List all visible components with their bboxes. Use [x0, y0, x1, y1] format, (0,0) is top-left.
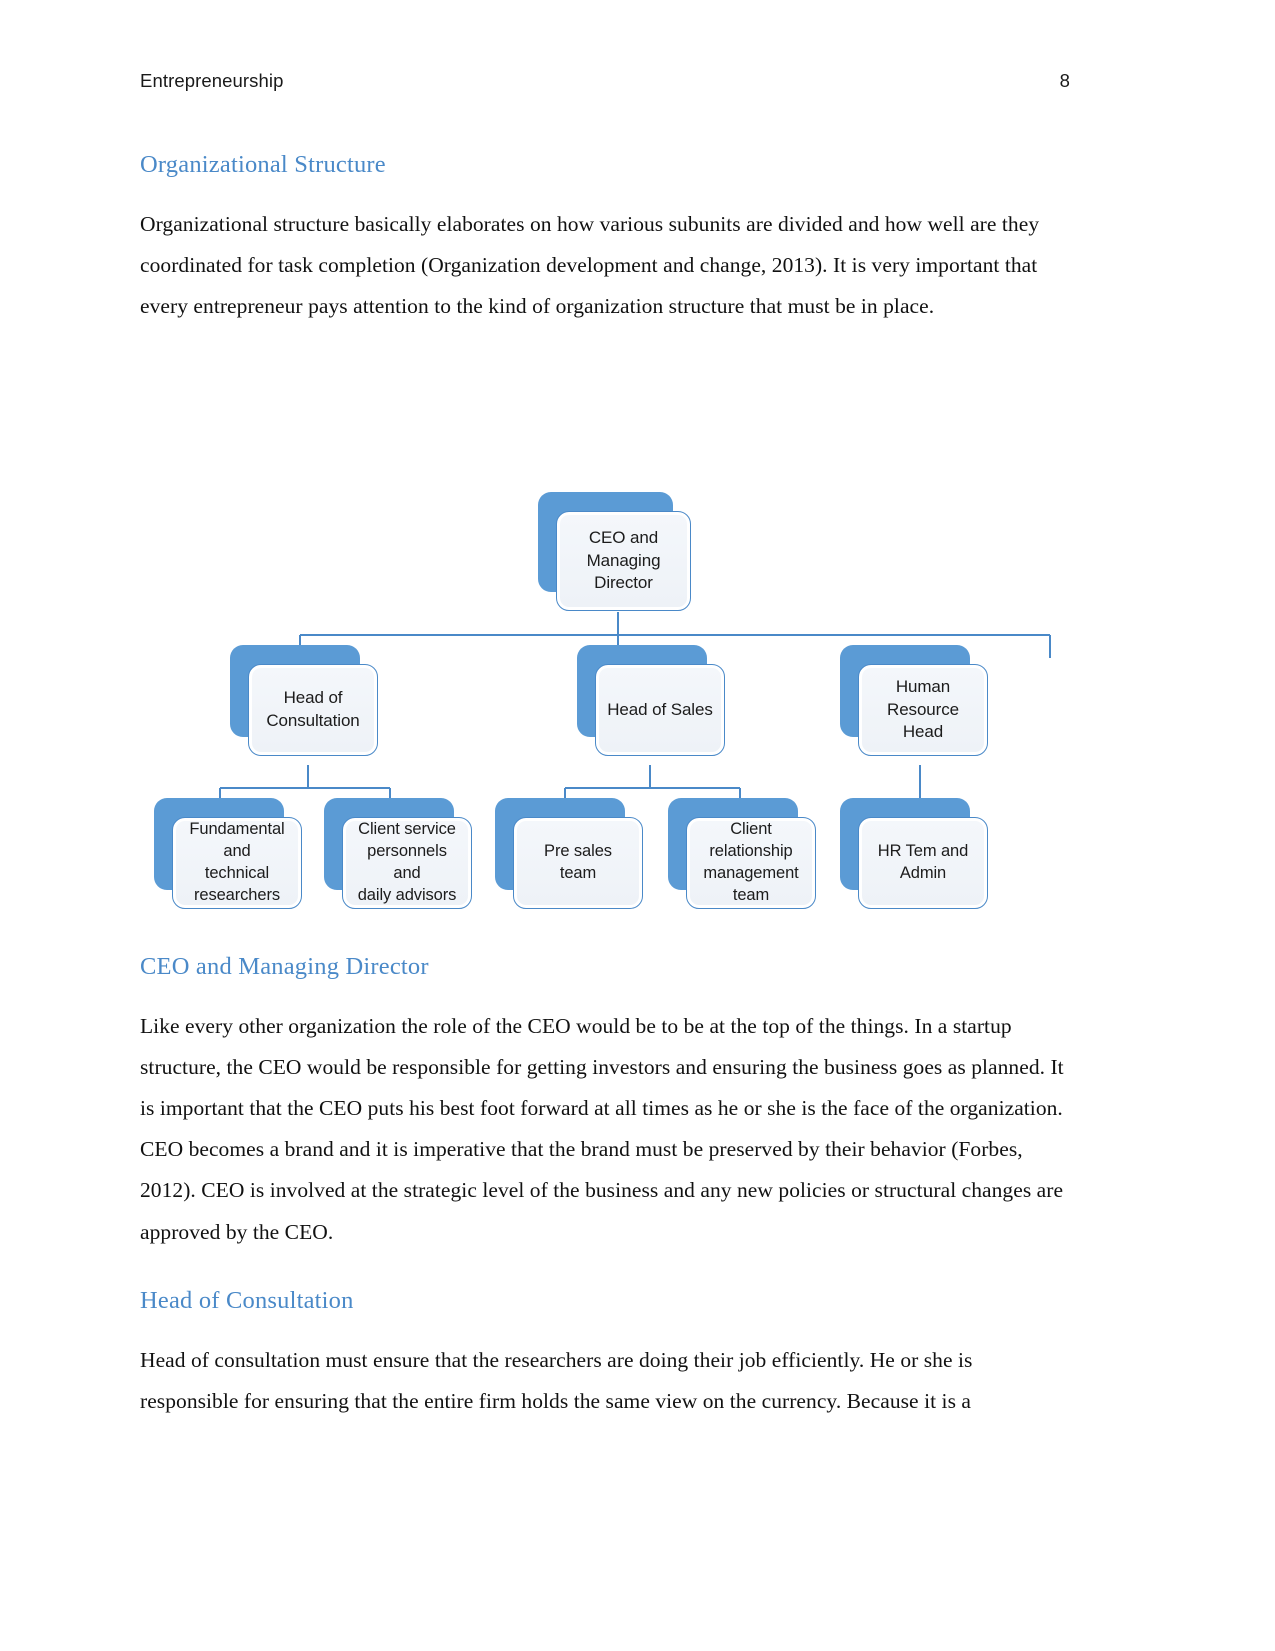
node-inner-panel: Client relationship management team — [690, 820, 812, 905]
org-node-head-of-consultation[interactable]: Head of Consultation — [230, 645, 378, 756]
running-header: Entrepreneurship 8 — [140, 70, 1070, 100]
org-node-label: HR Tem and Admin — [877, 842, 969, 882]
heading-head-of-consultation: Head of Consultation — [140, 1287, 354, 1314]
section-head-of-consultation: Head of Consultation Head of consultatio… — [140, 1286, 1072, 1422]
document-page: Entrepreneurship 8 Organizational Struct… — [0, 0, 1275, 1651]
heading-ceo-and-managing-director: CEO and Managing Director — [140, 953, 429, 980]
org-node-human-resource-head[interactable]: Human Resource Head — [840, 645, 988, 756]
org-node-label: Head of Sales — [607, 699, 713, 719]
node-inner-panel: Human Resource Head — [862, 668, 984, 752]
org-node-ceo[interactable]: CEO and Managing Director — [538, 492, 691, 611]
org-node-label: Pre sales team — [544, 842, 612, 882]
org-node-label: Client service personnels and daily advi… — [357, 820, 457, 904]
org-node-head-of-sales[interactable]: Head of Sales — [577, 645, 725, 756]
org-node-label: Human Resource Head — [887, 677, 959, 742]
header-document-title: Entrepreneurship — [140, 70, 284, 91]
section-ceo-and-managing-director: CEO and Managing Director Like every oth… — [140, 952, 1072, 1253]
node-inner-panel: CEO and Managing Director — [560, 515, 687, 607]
node-inner-panel: Client service personnels and daily advi… — [346, 820, 468, 905]
org-node-fundamental-technical-researchers[interactable]: Fundamental and technical researchers — [154, 798, 302, 909]
node-inner-panel: Head of Sales — [599, 668, 721, 752]
header-page-number: 8 — [1059, 70, 1070, 91]
org-node-client-service-personnels[interactable]: Client service personnels and daily advi… — [324, 798, 472, 909]
paragraph-ceo-and-managing-director: Like every other organization the role o… — [140, 1013, 1064, 1244]
org-node-client-relationship-management-team[interactable]: Client relationship management team — [668, 798, 816, 909]
node-inner-panel: Fundamental and technical researchers — [176, 820, 298, 905]
org-node-label: Head of Consultation — [266, 688, 360, 730]
organizational-chart: CEO and Managing Director Head of Consul… — [140, 460, 1072, 930]
paragraph-head-of-consultation: Head of consultation must ensure that th… — [140, 1347, 973, 1413]
heading-organizational-structure: Organizational Structure — [140, 151, 386, 178]
node-inner-panel: HR Tem and Admin — [862, 821, 984, 905]
node-inner-panel: Head of Consultation — [252, 668, 374, 752]
section-organizational-structure: Organizational Structure Organizational … — [140, 150, 1072, 327]
org-node-hr-team-and-admin[interactable]: HR Tem and Admin — [840, 798, 988, 909]
org-node-label: Fundamental and technical researchers — [189, 820, 285, 904]
org-node-label: CEO and Managing Director — [586, 528, 661, 593]
org-node-pre-sales-team[interactable]: Pre sales team — [495, 798, 643, 909]
org-node-label: Client relationship management team — [703, 820, 799, 904]
node-inner-panel: Pre sales team — [517, 821, 639, 905]
paragraph-organizational-structure: Organizational structure basically elabo… — [140, 211, 1040, 319]
